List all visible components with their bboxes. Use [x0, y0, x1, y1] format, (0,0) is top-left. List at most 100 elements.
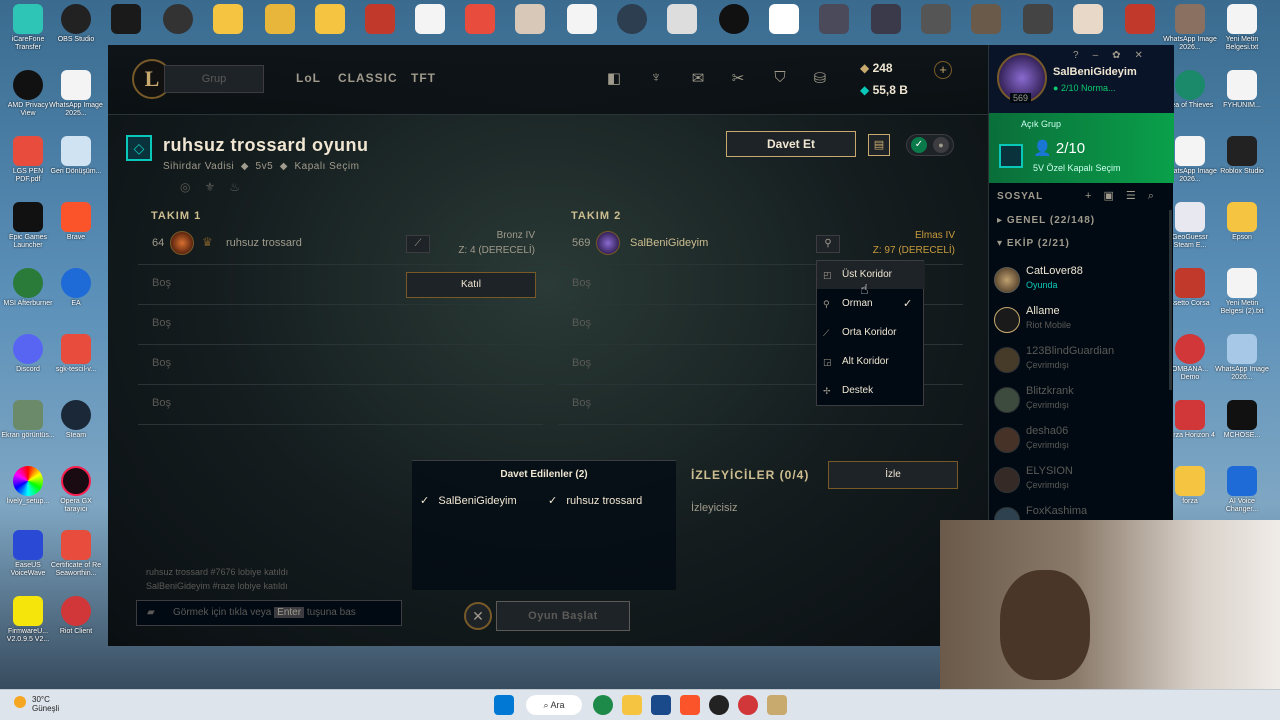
- riot-client-icon[interactable]: [738, 695, 758, 715]
- taskbar-search[interactable]: ⌕ Ara: [526, 695, 582, 715]
- desktop-icon-file[interactable]: [654, 4, 710, 36]
- desktop-icon-video[interactable]: [958, 4, 1014, 36]
- open-party-toggle[interactable]: ✓ ●: [906, 134, 954, 156]
- position-select[interactable]: ⟋: [406, 235, 430, 253]
- desktop-icon-folder[interactable]: [200, 4, 256, 36]
- friend-group-team[interactable]: ▾ EKİP (2/21): [997, 238, 1070, 249]
- desktop-icon-pdf[interactable]: sgk-tescil-v...: [48, 334, 104, 374]
- start-game-button[interactable]: Oyun Başlat: [496, 601, 630, 631]
- desktop-icon-whatsapp-image[interactable]: WhatsApp Image 2025...: [48, 70, 104, 118]
- collection-icon[interactable]: ◧: [604, 69, 624, 89]
- desktop-icon-folder[interactable]: [302, 4, 358, 36]
- desktop-icon-whatsapp-image[interactable]: WhatsApp Image 2026...: [1214, 334, 1270, 382]
- desktop-icon-roblox-studio[interactable]: Roblox Studio: [1214, 136, 1270, 176]
- desktop-icon-steam[interactable]: Steam: [48, 400, 104, 440]
- windows-start-icon[interactable]: [494, 695, 514, 715]
- crafting-icon[interactable]: ✂: [728, 69, 748, 89]
- desktop-icon-ea[interactable]: EA: [48, 268, 104, 308]
- desktop-icon-app[interactable]: [352, 4, 408, 36]
- desktop-icon-file[interactable]: FYHUNIM...: [1214, 70, 1270, 110]
- desktop-icon-obs[interactable]: OBS Studio: [48, 4, 104, 44]
- position-option-bot[interactable]: ◲ Alt Koridor: [817, 348, 925, 376]
- grup-button[interactable]: Grup: [164, 65, 264, 93]
- profile-header[interactable]: 569 ?–✿✕ SalBeniGideyim ● 2/10 Norma...: [989, 45, 1174, 113]
- desktop-icon-app[interactable]: [706, 4, 762, 36]
- team1-player-slot[interactable]: 64 ♛ ruhsuz trossard ⟋ Bronz IV Z: 4 (DE…: [138, 225, 543, 265]
- loot-icon[interactable]: ✉: [688, 69, 708, 89]
- open-group-panel[interactable]: Açık Grup 👤 2/10 5V Özel Kapalı Seçim: [989, 113, 1174, 183]
- player-rank: Bronz IV Z: 4 (DERECELİ): [458, 230, 535, 256]
- desktop-icon-app[interactable]: [98, 4, 154, 36]
- list-icon[interactable]: ☰: [1126, 190, 1148, 202]
- file-explorer-icon[interactable]: [622, 695, 642, 715]
- position-option-mid[interactable]: ⟋ Orta Koridor: [817, 319, 925, 347]
- position-option-support[interactable]: ✢ Destek: [817, 377, 925, 405]
- desktop-icon-pdf[interactable]: [452, 4, 508, 36]
- desktop-icon-folder[interactable]: [252, 4, 308, 36]
- desktop-icon-mchose[interactable]: MCHOSE...: [1214, 400, 1270, 440]
- desktop-icon-ai-voice-changer[interactable]: AI Voice Changer...: [1214, 466, 1270, 514]
- watch-button[interactable]: İzle: [828, 461, 958, 489]
- champions-icon[interactable]: ♆: [646, 69, 666, 89]
- desktop-icon-pdf[interactable]: Certificate of Re Seaworthin...: [48, 530, 104, 578]
- edge-icon[interactable]: [593, 695, 613, 715]
- desktop-icon-brave[interactable]: Brave: [48, 202, 104, 242]
- position-option-jungle[interactable]: ⚲ Orman ✓: [817, 290, 925, 318]
- desktop-icon-video[interactable]: [858, 4, 914, 36]
- obs-icon[interactable]: [709, 695, 729, 715]
- friend-item[interactable]: desha06 Çevrimdışı: [989, 422, 1174, 462]
- desktop-icon-recycle-bin[interactable]: Geri Dönüşüm...: [48, 136, 104, 176]
- friend-item[interactable]: ELYSION Çevrimdışı: [989, 462, 1174, 502]
- desktop-icon-text-file[interactable]: Yeni Metin Belgesi.txt: [1214, 4, 1270, 52]
- desktop-icon-video[interactable]: [1010, 4, 1066, 36]
- desktop-icon-video[interactable]: [908, 4, 964, 36]
- brave-icon[interactable]: [680, 695, 700, 715]
- add-friend-icon[interactable]: +: [1085, 190, 1103, 202]
- friend-item[interactable]: Blitzkrank Çevrimdışı: [989, 382, 1174, 422]
- nav-classic[interactable]: CLASSIC: [338, 71, 398, 85]
- friend-item[interactable]: FoxKashima: [989, 502, 1174, 520]
- nav-lol[interactable]: LoL: [296, 71, 321, 85]
- avatar: [170, 231, 194, 255]
- copy-icon[interactable]: ▤: [868, 134, 890, 156]
- help-icon[interactable]: ?: [1073, 50, 1093, 61]
- desktop-icon-app[interactable]: [604, 4, 660, 36]
- friend-item[interactable]: 123BlindGuardian Çevrimdışı: [989, 342, 1174, 382]
- desktop-icon-epson-folder[interactable]: Epson: [1214, 202, 1270, 242]
- nav-tft[interactable]: TFT: [411, 71, 436, 85]
- desktop-icon-opera-gx[interactable]: Opera GX tarayıcı: [48, 466, 104, 514]
- top-lane-icon: ◰: [823, 270, 832, 280]
- store-icon[interactable]: ⛁: [810, 69, 830, 89]
- position-option-top[interactable]: ◰ Üst Koridor: [817, 261, 925, 289]
- desktop-icon-app[interactable]: [1112, 4, 1168, 36]
- desktop-icon-image[interactable]: [502, 4, 558, 36]
- desktop-icon-capcut[interactable]: [756, 4, 812, 36]
- weather-widget[interactable]: 30°C Güneşli: [14, 695, 59, 713]
- friend-item[interactable]: Allame Riot Mobile: [989, 302, 1174, 342]
- minimize-icon[interactable]: –: [1093, 50, 1113, 61]
- add-folder-icon[interactable]: ▣: [1103, 190, 1125, 202]
- desktop-icon-video[interactable]: [806, 4, 862, 36]
- position-select-open[interactable]: ⚲: [816, 235, 840, 253]
- friend-item[interactable]: CatLover88 Oyunda: [989, 262, 1174, 302]
- close-icon[interactable]: ✕: [1135, 50, 1157, 61]
- desktop-icon-image[interactable]: [1060, 4, 1116, 36]
- invite-button[interactable]: Davet Et: [726, 131, 856, 157]
- desktop-icon-text-file[interactable]: Yeni Metin Belgesi (2).txt: [1214, 268, 1270, 316]
- search-icon[interactable]: ⌕: [1148, 190, 1166, 202]
- team2-player-slot[interactable]: 569 SalBeniGideyim ⚲ Elmas IV Z: 97 (DER…: [558, 225, 963, 265]
- desktop-icon-app[interactable]: [150, 4, 206, 36]
- chat-input[interactable]: ▰ Görmek için tıkla veya Enter tuşuna ba…: [136, 600, 402, 626]
- friend-group-general[interactable]: ▸ GENEL (22/148): [997, 215, 1095, 226]
- gear-icon[interactable]: ✿: [1112, 50, 1134, 61]
- store-icon[interactable]: [651, 695, 671, 715]
- league-icon[interactable]: [767, 695, 787, 715]
- join-team1-button[interactable]: Katıl: [406, 272, 536, 298]
- profile-shield-icon[interactable]: ⛉: [770, 69, 790, 89]
- add-rp-button[interactable]: +: [934, 61, 952, 79]
- close-lobby-icon[interactable]: ✕: [464, 602, 492, 630]
- desktop-icon-file[interactable]: [554, 4, 610, 36]
- social-scrollbar[interactable]: [1169, 210, 1172, 390]
- desktop-icon-riot-client[interactable]: Riot Client: [48, 596, 104, 636]
- desktop-icon-file[interactable]: [402, 4, 458, 36]
